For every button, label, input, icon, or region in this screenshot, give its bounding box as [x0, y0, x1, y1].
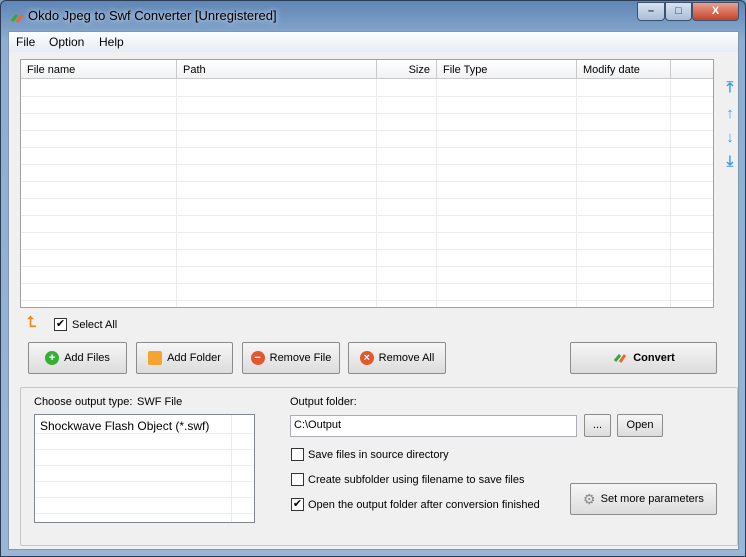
column-file-type[interactable]: File Type — [437, 60, 577, 79]
row-gridline — [21, 215, 713, 216]
file-list[interactable]: File name Path Size File Type Modify dat… — [20, 59, 714, 308]
remove-all-button[interactable]: × Remove All — [348, 342, 446, 374]
column-size[interactable]: Size — [377, 60, 437, 79]
column-path[interactable]: Path — [177, 60, 377, 79]
add-files-button[interactable]: + Add Files — [28, 342, 127, 374]
add-files-label: Add Files — [64, 352, 110, 364]
add-folder-button[interactable]: Add Folder — [136, 342, 233, 374]
row-gridline — [21, 164, 713, 165]
row-gridline — [35, 481, 254, 482]
menu-option[interactable]: Option — [49, 35, 84, 49]
column-modify-date[interactable]: Modify date — [577, 60, 671, 79]
app-window: Okdo Jpeg to Swf Converter [Unregistered… — [0, 0, 746, 557]
client-area: File Option Help File name Path Size Fil… — [8, 31, 739, 550]
minus-icon: − — [250, 351, 265, 365]
output-folder-label: Output folder: — [290, 396, 357, 408]
menu-file[interactable]: File — [16, 35, 35, 49]
remove-file-label: Remove File — [269, 352, 332, 364]
remove-all-label: Remove All — [378, 352, 435, 364]
row-gridline — [21, 266, 713, 267]
folder-icon — [148, 351, 163, 365]
menu-bar: File Option Help — [9, 32, 738, 52]
save-in-source-label: Save files in source directory — [308, 449, 449, 461]
save-in-source-checkbox[interactable] — [291, 448, 304, 461]
output-type-label: Choose output type: — [34, 396, 133, 408]
row-gridline — [21, 113, 713, 114]
row-gridline — [21, 232, 713, 233]
remove-file-button[interactable]: − Remove File — [242, 342, 340, 374]
move-down-icon[interactable]: ↓ — [723, 130, 737, 146]
row-gridline — [35, 497, 254, 498]
maximize-button[interactable]: □ — [665, 2, 692, 21]
row-gridline — [21, 283, 713, 284]
plus-icon: + — [45, 351, 60, 365]
convert-label: Convert — [633, 352, 675, 364]
row-gridline — [21, 147, 713, 148]
convert-icon — [612, 349, 628, 368]
select-all-checkbox[interactable]: ✔ — [54, 318, 67, 331]
output-type-item[interactable]: Shockwave Flash Object (*.swf) — [40, 419, 209, 433]
row-gridline — [35, 433, 254, 434]
window-title: Okdo Jpeg to Swf Converter [Unregistered… — [28, 8, 277, 23]
set-more-parameters-button[interactable]: ⚙ Set more parameters — [570, 483, 717, 515]
x-circle-icon: × — [359, 351, 374, 365]
app-icon — [9, 9, 25, 25]
add-folder-label: Add Folder — [167, 352, 221, 364]
menu-help[interactable]: Help — [99, 35, 124, 49]
output-type-list[interactable]: Shockwave Flash Object (*.swf) — [34, 414, 255, 523]
move-top-icon[interactable]: ⤒ — [723, 80, 737, 96]
row-gridline — [35, 449, 254, 450]
move-up-icon[interactable]: ↑ — [723, 106, 737, 122]
close-button[interactable]: X — [692, 2, 739, 21]
row-gridline — [21, 198, 713, 199]
row-gridline — [35, 513, 254, 514]
row-gridline — [21, 300, 713, 301]
select-all-label: Select All — [72, 319, 118, 331]
browse-button[interactable]: ... — [584, 414, 611, 437]
row-gridline — [21, 130, 713, 131]
gear-icon: ⚙ — [583, 490, 596, 507]
open-output-folder-label: Open the output folder after conversion … — [308, 499, 540, 511]
column-blank — [671, 60, 713, 79]
row-gridline — [21, 96, 713, 97]
minimize-button[interactable]: – — [637, 2, 665, 21]
move-bottom-icon[interactable]: ⤓ — [723, 154, 737, 170]
up-folder-icon[interactable]: ⮤ — [27, 314, 36, 331]
create-subfolder-checkbox[interactable] — [291, 473, 304, 486]
row-gridline — [21, 249, 713, 250]
output-folder-input[interactable]: C:\Output — [290, 415, 577, 437]
convert-button[interactable]: Convert — [570, 342, 717, 374]
open-output-folder-checkbox[interactable]: ✔ — [291, 498, 304, 511]
column-file-name[interactable]: File name — [21, 60, 177, 79]
set-more-parameters-label: Set more parameters — [600, 493, 704, 505]
create-subfolder-label: Create subfolder using filename to save … — [308, 474, 525, 486]
output-type-value: SWF File — [137, 396, 183, 408]
row-gridline — [35, 465, 254, 466]
row-gridline — [21, 181, 713, 182]
open-button[interactable]: Open — [617, 414, 663, 437]
